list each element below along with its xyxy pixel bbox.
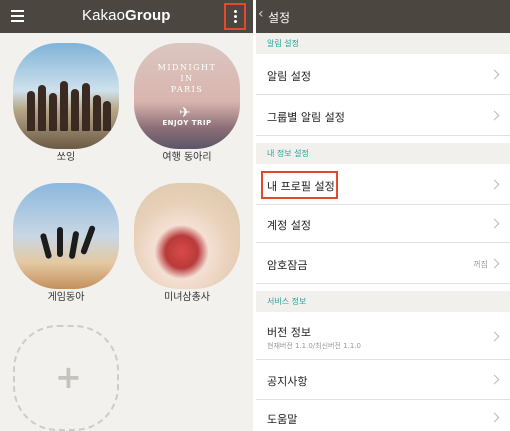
app-header: KakaoGroup [0,0,253,33]
version-detail: 현재버전 1.1.0/최신버전 1.1.0 [267,342,361,350]
travel-text-enjoy: ENJOY TRIP [162,119,212,127]
row-label: 암호잠금 [267,259,308,272]
group-item[interactable]: 미녀삼총사 [131,183,243,304]
settings-row-group-notification[interactable]: 그룹별 알림 설정 [256,95,510,136]
section-header-label: 알림 설정 [267,39,299,48]
add-group-button[interactable]: + [13,325,119,431]
section-header: 내 정보 설정 [256,143,510,164]
group-name: 여행 동아리 [162,152,212,163]
section-header: 서비스 정보 [256,291,510,312]
plus-icon: + [55,358,82,396]
brand-prefix: Kakao [82,7,126,24]
group-thumbnail [13,43,119,149]
section-header: 알림 설정 [256,33,510,54]
settings-row-version[interactable]: 버전 정보 현재버전 1.1.0/최신버전 1.1.0 [256,312,510,360]
settings-screen: ‹ 설정 알림 설정 알림 설정 그룹별 알림 설정 내 정보 설정 내 프로필… [256,0,510,431]
page-title: 설정 [268,11,291,25]
travel-text-line2: IN [180,74,194,83]
group-item[interactable]: 게임동아 [10,183,122,304]
hamburger-icon[interactable] [11,10,24,22]
group-item[interactable]: MIDNIGHT IN PARIS ✈ ENJOY TRIP 여행 동아리 [131,43,243,164]
travel-text-line3: PARIS [170,85,204,94]
settings-row-notification[interactable]: 알림 설정 [256,54,510,95]
chevron-right-icon [489,218,500,229]
row-label: 도움말 [267,413,298,426]
group-name: 게임동아 [47,292,85,303]
section-header-label: 서비스 정보 [267,297,307,306]
chevron-right-icon [489,69,500,80]
passcode-status: 꺼짐 [473,260,488,269]
settings-row-passcode[interactable]: 암호잠금 꺼짐 [256,243,510,284]
row-label: 버전 정보 [267,326,311,339]
row-label: 내 프로필 설정 [267,180,335,193]
more-vertical-icon[interactable] [224,3,246,30]
travel-text-line1: MIDNIGHT [157,63,217,72]
settings-header: ‹ 설정 [256,0,510,33]
group-thumbnail [13,183,119,289]
chevron-right-icon [489,374,500,385]
row-label: 공지사항 [267,375,308,388]
group-thumbnail: MIDNIGHT IN PARIS ✈ ENJOY TRIP [134,43,240,149]
row-label: 그룹별 알림 설정 [267,111,345,124]
settings-row-account[interactable]: 계정 설정 [256,205,510,243]
section-header-label: 내 정보 설정 [267,149,309,158]
back-chevron-icon[interactable]: ‹ [258,6,264,22]
app-brand: KakaoGroup [82,7,171,24]
group-thumbnail [134,183,240,289]
group-name: 미녀삼총사 [164,292,210,303]
settings-row-profile[interactable]: 내 프로필 설정 [256,164,510,205]
chevron-right-icon [489,412,500,423]
chevron-right-icon [489,258,500,269]
row-label: 알림 설정 [267,70,311,83]
chevron-right-icon [489,179,500,190]
group-item[interactable]: 쏘잉 [10,43,122,164]
brand-suffix: Group [125,7,171,24]
group-list-screen: KakaoGroup 쏘잉 MIDNIGHT IN PARIS ✈ ENJOY … [0,0,253,431]
settings-row-help[interactable]: 도움말 [256,400,510,431]
chevron-right-icon [489,331,500,342]
chevron-right-icon [489,110,500,121]
group-name: 쏘잉 [56,152,76,163]
row-label: 계정 설정 [267,219,311,232]
settings-row-notice[interactable]: 공지사항 [256,360,510,400]
